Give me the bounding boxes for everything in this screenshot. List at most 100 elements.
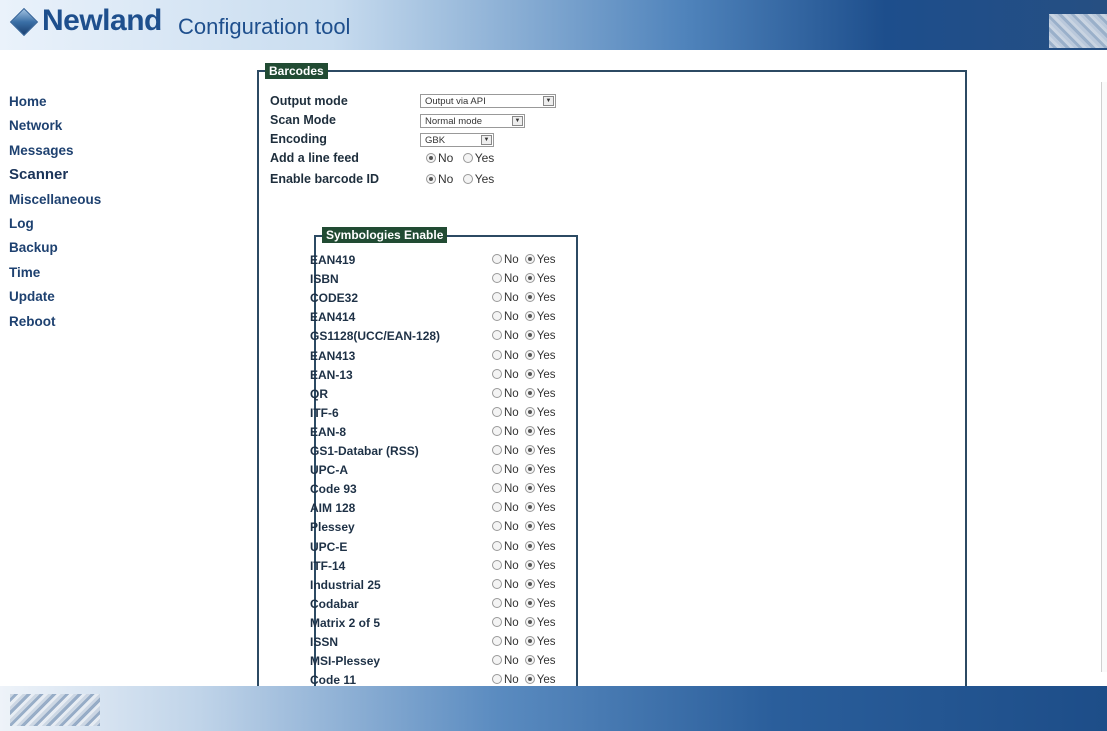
page-scrollbar[interactable]	[1101, 82, 1107, 672]
nav-messages[interactable]: Messages	[9, 141, 129, 165]
symbology-no-radio[interactable]	[492, 483, 502, 494]
symbology-yes-radio[interactable]	[524, 254, 535, 264]
symbology-yes-radio[interactable]	[524, 502, 535, 513]
symbology-no-radio[interactable]	[492, 597, 502, 608]
symbology-yes-radio[interactable]	[524, 445, 535, 455]
brand-logo: Newland	[42, 4, 162, 37]
symbology-row: EAN413 No Yes	[310, 348, 585, 367]
symbology-no-radio[interactable]	[492, 540, 502, 551]
radio-label-no: No	[504, 425, 519, 438]
footer-decoration	[10, 694, 100, 726]
symbology-label: EAN-8	[310, 424, 347, 439]
radio-label-no: No	[504, 521, 519, 534]
symbology-yes-radio[interactable]	[524, 655, 535, 666]
line-feed-yes-radio[interactable]	[462, 153, 473, 163]
symbology-no-radio[interactable]	[492, 521, 502, 532]
symbology-no-radio[interactable]	[492, 368, 502, 379]
output-mode-select[interactable]: Output via API ▼	[420, 94, 556, 108]
encoding-select[interactable]: GBK ▼	[420, 133, 494, 147]
radio-label-no: No	[504, 597, 519, 610]
output-mode-value: Output via API	[425, 96, 486, 107]
symbology-yes-radio[interactable]	[524, 368, 535, 379]
radio-label-yes: Yes	[536, 655, 556, 668]
symbology-no-radio[interactable]	[492, 349, 502, 360]
symbology-yes-radio[interactable]	[524, 349, 535, 360]
symbology-yes-radio[interactable]	[524, 597, 535, 608]
symbology-no-radio[interactable]	[492, 311, 502, 322]
symbology-yes-radio[interactable]	[524, 464, 535, 475]
scan-mode-select[interactable]: Normal mode ▼	[420, 114, 525, 128]
symbology-yes-radio[interactable]	[524, 425, 535, 436]
symbology-row: QR No Yes	[310, 386, 585, 405]
symbology-no-radio[interactable]	[492, 406, 502, 417]
symbology-no-radio[interactable]	[492, 559, 502, 570]
symbology-no-radio[interactable]	[492, 330, 502, 341]
symbology-yes-radio[interactable]	[524, 521, 535, 532]
symbology-yes-radio[interactable]	[524, 292, 535, 303]
symbology-yes-radio[interactable]	[524, 311, 535, 322]
symbology-yes-radio[interactable]	[524, 483, 535, 494]
symbology-label: UPC-A	[310, 463, 348, 478]
line-feed-no-radio[interactable]	[426, 153, 436, 163]
symbology-no-radio[interactable]	[492, 425, 502, 436]
symbology-no-radio[interactable]	[492, 445, 502, 455]
nav-network[interactable]: Network	[9, 116, 129, 140]
radio-label-yes: Yes	[536, 368, 556, 381]
symbology-yes-radio[interactable]	[524, 636, 535, 646]
symbology-row: ITF-14 No Yes	[310, 558, 585, 577]
symbology-yes-radio[interactable]	[524, 273, 535, 284]
nav-home[interactable]: Home	[9, 92, 129, 116]
symbology-label: Codabar	[310, 596, 359, 611]
symbology-radios: No Yes	[492, 481, 561, 498]
nav-time[interactable]: Time	[9, 263, 129, 287]
symbology-radios: No Yes	[492, 558, 561, 575]
symbology-yes-radio[interactable]	[524, 578, 535, 589]
radio-label-no: No	[504, 406, 519, 419]
symbology-no-radio[interactable]	[492, 655, 502, 666]
symbology-no-radio[interactable]	[492, 674, 502, 685]
nav-scanner[interactable]: Scanner	[9, 165, 129, 189]
scan-mode-row: Scan Mode Normal mode ▼	[270, 112, 590, 131]
nav-update[interactable]: Update	[9, 287, 129, 311]
symbology-yes-radio[interactable]	[524, 330, 535, 341]
symbology-yes-radio[interactable]	[524, 559, 535, 570]
barcode-id-radios: No Yes	[426, 171, 500, 188]
symbology-no-radio[interactable]	[492, 292, 502, 303]
symbology-no-radio[interactable]	[492, 578, 502, 589]
nav-log[interactable]: Log	[9, 214, 129, 238]
radio-label-yes: Yes	[536, 674, 556, 687]
symbology-no-radio[interactable]	[492, 616, 502, 627]
symbology-no-radio[interactable]	[492, 636, 502, 646]
symbology-label: UPC-E	[310, 539, 348, 554]
radio-label-yes: Yes	[474, 172, 495, 186]
symbology-radios: No Yes	[492, 348, 561, 365]
radio-label-no: No	[504, 655, 519, 668]
symbology-radios: No Yes	[492, 462, 561, 479]
symbology-no-radio[interactable]	[492, 464, 502, 475]
barcode-id-yes-radio[interactable]	[462, 174, 473, 184]
radio-label-yes: Yes	[536, 540, 556, 553]
radio-label-no: No	[504, 445, 519, 457]
nav-miscellaneous[interactable]: Miscellaneous	[9, 190, 129, 214]
radio-label-no: No	[504, 502, 519, 515]
symbology-no-radio[interactable]	[492, 273, 502, 284]
symbology-row: EAN414 No Yes	[310, 309, 585, 328]
symbology-yes-radio[interactable]	[524, 540, 535, 551]
symbology-no-radio[interactable]	[492, 254, 502, 264]
nav-backup[interactable]: Backup	[9, 238, 129, 262]
chevron-down-icon: ▼	[481, 135, 492, 145]
symbology-row: Code 93 No Yes	[310, 481, 585, 500]
scan-mode-value: Normal mode	[425, 116, 483, 127]
symbology-yes-radio[interactable]	[524, 616, 535, 627]
symbology-row: Matrix 2 of 5 No Yes	[310, 615, 585, 634]
radio-label-no: No	[504, 464, 519, 477]
symbology-row: CODE32 No Yes	[310, 290, 585, 309]
barcode-id-no-radio[interactable]	[426, 174, 436, 184]
symbology-label: EAN419	[310, 253, 356, 267]
symbology-no-radio[interactable]	[492, 502, 502, 513]
nav-reboot[interactable]: Reboot	[9, 312, 129, 336]
symbology-yes-radio[interactable]	[524, 387, 535, 398]
symbology-yes-radio[interactable]	[524, 674, 535, 685]
symbology-yes-radio[interactable]	[524, 406, 535, 417]
symbology-no-radio[interactable]	[492, 387, 502, 398]
